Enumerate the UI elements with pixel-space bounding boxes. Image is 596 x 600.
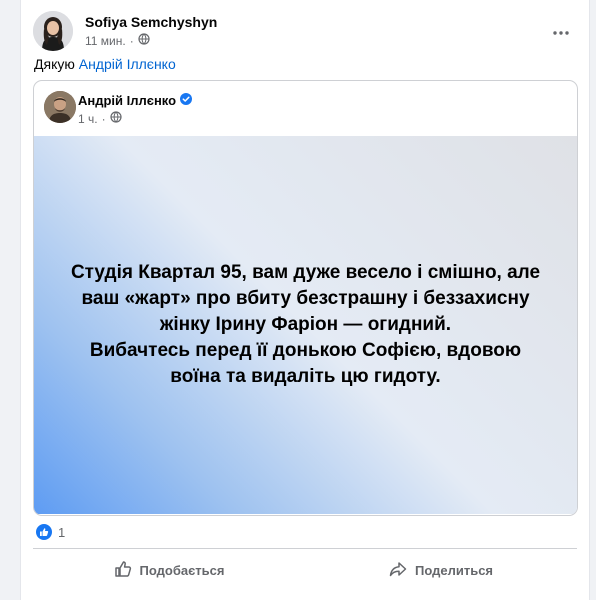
more-options-icon	[553, 22, 569, 40]
reaction-count[interactable]: 1	[58, 525, 65, 540]
more-options-button[interactable]	[547, 17, 575, 45]
like-button[interactable]: Подобається	[33, 553, 305, 587]
globe-icon	[109, 111, 122, 126]
shared-author-avatar[interactable]	[44, 91, 76, 123]
share-label: Поделиться	[414, 562, 494, 578]
shared-post-time[interactable]: 1 ч.	[78, 112, 98, 126]
shared-author-name[interactable]: Андрій Іллєнко	[78, 93, 176, 108]
text-background-card[interactable]: Студія Квартал 95, вам дуже весело і смі…	[34, 136, 577, 514]
reactions-summary[interactable]: 1	[36, 524, 65, 540]
post-header: Sofiya Semchyshyn 11 мин. ·	[33, 11, 579, 51]
mention-link[interactable]: Андрій Іллєнко	[79, 56, 176, 72]
globe-icon	[138, 33, 150, 48]
share-button[interactable]: Поделиться	[305, 553, 577, 587]
post-time[interactable]: 11 мин.	[85, 34, 126, 48]
shared-author-name-row: Андрій Іллєнко	[78, 93, 193, 108]
shared-post-meta: 1 ч. ·	[78, 111, 122, 126]
meta-dot: ·	[129, 33, 134, 48]
author-avatar[interactable]	[33, 11, 73, 51]
shared-post-header: Андрій Іллєнко 1 ч. ·	[44, 91, 564, 126]
author-name[interactable]: Sofiya Semchyshyn	[85, 14, 217, 30]
like-label: Подобається	[139, 562, 225, 578]
meta-dot: ·	[101, 111, 106, 126]
actions-divider	[33, 548, 577, 549]
verified-badge-icon	[180, 93, 193, 108]
shared-post[interactable]: Андрій Іллєнко 1 ч. · Студія Квартал 95,…	[33, 80, 578, 516]
card-text: Студія Квартал 95, вам дуже весело і смі…	[70, 262, 541, 387]
share-arrow-icon	[389, 560, 407, 581]
like-reaction-icon	[36, 524, 52, 540]
thumbs-up-icon	[114, 560, 132, 581]
feed-post: Sofiya Semchyshyn 11 мин. · Дякую Андрій…	[20, 0, 590, 600]
post-actions-bar: Подобається Поделиться	[33, 553, 577, 587]
post-text: Дякую Андрій Іллєнко	[34, 56, 176, 72]
post-text-prefix: Дякую	[34, 56, 79, 72]
post-meta: 11 мин. ·	[85, 33, 150, 48]
